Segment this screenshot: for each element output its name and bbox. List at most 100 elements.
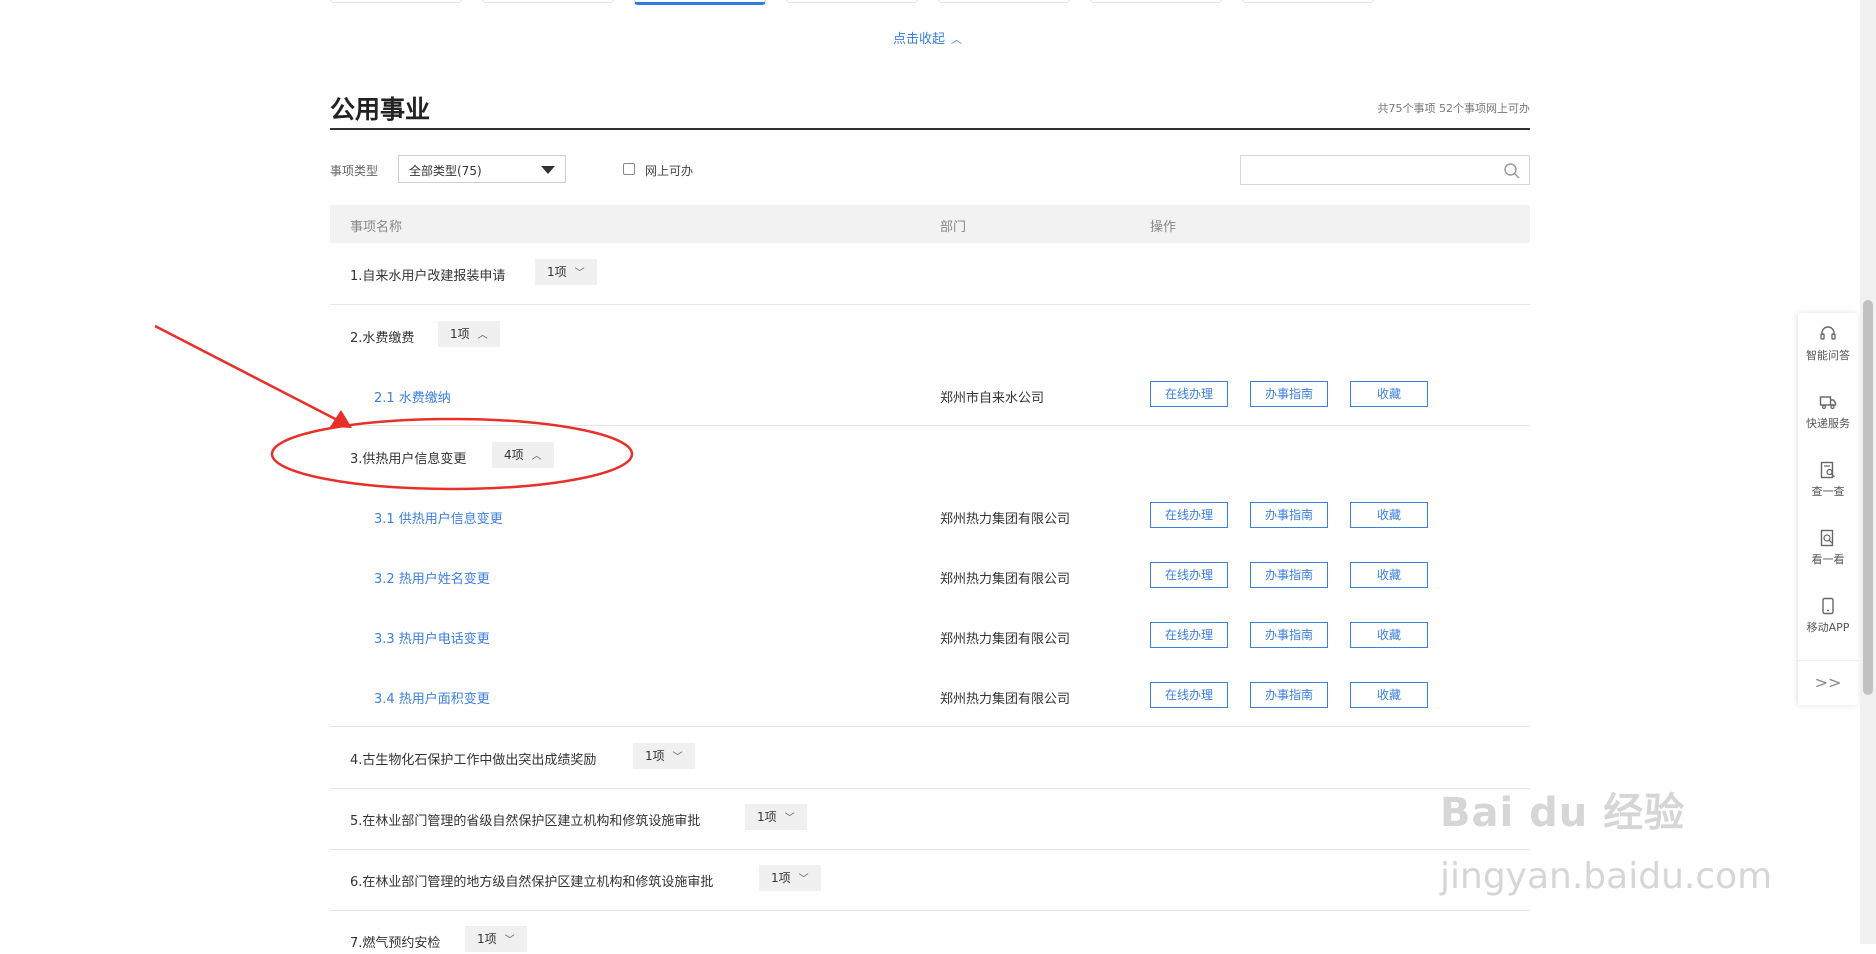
watermark-logo: Bai du 经验 [1440, 790, 1686, 836]
chevron-up-icon: ︿ [477, 330, 488, 341]
group-title: 2.水费缴费 [350, 331, 415, 346]
divider [330, 304, 1530, 305]
caret-down-icon [541, 166, 555, 174]
chevron-down-icon: ﹀ [574, 268, 585, 279]
annotation-arrow-line [154, 324, 346, 426]
chevron-down-icon: ﹀ [798, 874, 809, 885]
chevron-up-icon: ︿ [951, 33, 963, 46]
category-tab-active[interactable] [634, 0, 766, 5]
category-tab[interactable] [1242, 0, 1374, 3]
guide-button[interactable]: 办事指南 [1250, 381, 1328, 407]
header-dept: 部门 [940, 220, 967, 235]
side-item-label: 看一看 [1811, 553, 1845, 566]
group-title: 5.在林业部门管理的省级自然保护区建立机构和修筑设施审批 [350, 814, 701, 829]
header-name: 事项名称 [350, 220, 403, 235]
search-input[interactable] [1247, 157, 1491, 185]
collapse-link[interactable]: 点击收起 ︿ [893, 28, 962, 47]
item-dept: 郑州热力集团有限公司 [940, 632, 1071, 647]
view-icon [1820, 529, 1834, 547]
favorite-button[interactable]: 收藏 [1350, 381, 1428, 407]
chevron-down-icon: ﹀ [504, 935, 515, 946]
side-item-check[interactable]: 查一查 [1798, 461, 1858, 499]
item-dept: 郑州热力集团有限公司 [940, 572, 1071, 587]
group-count-toggle[interactable]: 1项 ﹀ [759, 865, 821, 891]
group-count-toggle[interactable]: 1项 ﹀ [633, 743, 695, 769]
group-title: 4.古生物化石保护工作中做出突出成绩奖励 [350, 753, 597, 768]
category-tab[interactable] [330, 0, 462, 3]
guide-button[interactable]: 办事指南 [1250, 682, 1328, 708]
group-count-toggle[interactable]: 1项 ﹀ [465, 926, 527, 952]
group-title: 6.在林业部门管理的地方级自然保护区建立机构和修筑设施审批 [350, 875, 714, 890]
title-divider [330, 128, 1530, 130]
type-select-value: 全部类型(75) [409, 164, 482, 178]
phone-icon [1822, 597, 1834, 615]
side-item-app[interactable]: 移动APP [1798, 597, 1858, 635]
search-box [1240, 155, 1530, 185]
divider [330, 788, 1530, 789]
category-tab[interactable] [482, 0, 614, 3]
group-count-toggle[interactable]: 1项 ﹀ [535, 259, 597, 285]
side-item-label: 快递服务 [1806, 417, 1850, 430]
item-dept: 郑州热力集团有限公司 [940, 692, 1071, 707]
chevron-up-icon: ︿ [531, 451, 542, 462]
group-count-toggle[interactable]: 1项 ︿ [438, 321, 500, 347]
item-dept: 郑州热力集团有限公司 [940, 512, 1071, 527]
online-handle-button[interactable]: 在线办理 [1150, 562, 1228, 588]
side-item-view[interactable]: 看一看 [1798, 529, 1858, 567]
online-handle-button[interactable]: 在线办理 [1150, 502, 1228, 528]
divider [330, 910, 1530, 911]
item-link[interactable]: 3.1 供热用户信息变更 [374, 508, 503, 527]
side-panel-expand-button[interactable]: >> [1798, 660, 1858, 705]
watermark-url: jingyan.baidu.com [1440, 856, 1773, 897]
truck-icon [1819, 396, 1837, 410]
count-label: 1项 [757, 810, 777, 824]
divider [330, 849, 1530, 850]
guide-button[interactable]: 办事指南 [1250, 622, 1328, 648]
scrollbar[interactable] [1860, 0, 1876, 944]
count-label: 1项 [645, 749, 665, 763]
section-summary: 共75个事项 52个事项网上可办 [1377, 102, 1531, 115]
doc-search-icon [1820, 461, 1835, 479]
divider [330, 425, 1530, 426]
group-title: 3.供热用户信息变更 [350, 452, 467, 467]
category-tab[interactable] [786, 0, 918, 3]
favorite-button[interactable]: 收藏 [1350, 562, 1428, 588]
guide-button[interactable]: 办事指南 [1250, 502, 1328, 528]
category-tab[interactable] [1090, 0, 1222, 3]
group-count-toggle[interactable]: 1项 ﹀ [745, 804, 807, 830]
headset-icon [1820, 326, 1836, 340]
favorite-button[interactable]: 收藏 [1350, 502, 1428, 528]
count-label: 1项 [547, 265, 567, 279]
online-handle-button[interactable]: 在线办理 [1150, 622, 1228, 648]
online-handle-button[interactable]: 在线办理 [1150, 381, 1228, 407]
group-title: 1.自来水用户改建报装申请 [350, 269, 506, 284]
online-checkbox[interactable] [623, 163, 635, 175]
favorite-button[interactable]: 收藏 [1350, 682, 1428, 708]
side-item-qa[interactable]: 智能问答 [1798, 325, 1858, 363]
favorite-button[interactable]: 收藏 [1350, 622, 1428, 648]
online-label: 网上可办 [645, 164, 694, 178]
side-item-express[interactable]: 快递服务 [1798, 393, 1858, 431]
side-item-label: 智能问答 [1806, 349, 1850, 362]
scrollbar-thumb[interactable] [1863, 300, 1873, 695]
item-link[interactable]: 3.3 热用户电话变更 [374, 628, 490, 647]
count-label: 1项 [450, 327, 470, 341]
side-item-label: 移动APP [1806, 621, 1850, 634]
item-link[interactable]: 3.4 热用户面积变更 [374, 688, 490, 707]
search-icon[interactable] [1503, 162, 1521, 180]
group-title: 7.燃气预约安检 [350, 936, 441, 951]
group-count-toggle[interactable]: 4项 ︿ [492, 442, 554, 468]
online-handle-button[interactable]: 在线办理 [1150, 682, 1228, 708]
guide-button[interactable]: 办事指南 [1250, 562, 1328, 588]
divider [330, 726, 1530, 727]
category-tab[interactable] [938, 0, 1070, 3]
item-link[interactable]: 3.2 热用户姓名变更 [374, 568, 490, 587]
chevron-down-icon: ﹀ [672, 752, 683, 763]
section-title: 公用事业 [330, 95, 431, 124]
type-select[interactable]: 全部类型(75) [398, 155, 566, 183]
item-link[interactable]: 2.1 水费缴纳 [374, 387, 451, 406]
count-label: 4项 [504, 448, 524, 462]
chevron-down-icon: ﹀ [784, 813, 795, 824]
side-panel: 智能问答 快递服务 查一查 看一看 移动APP >> [1798, 313, 1858, 705]
type-filter-label: 事项类型 [330, 164, 379, 178]
